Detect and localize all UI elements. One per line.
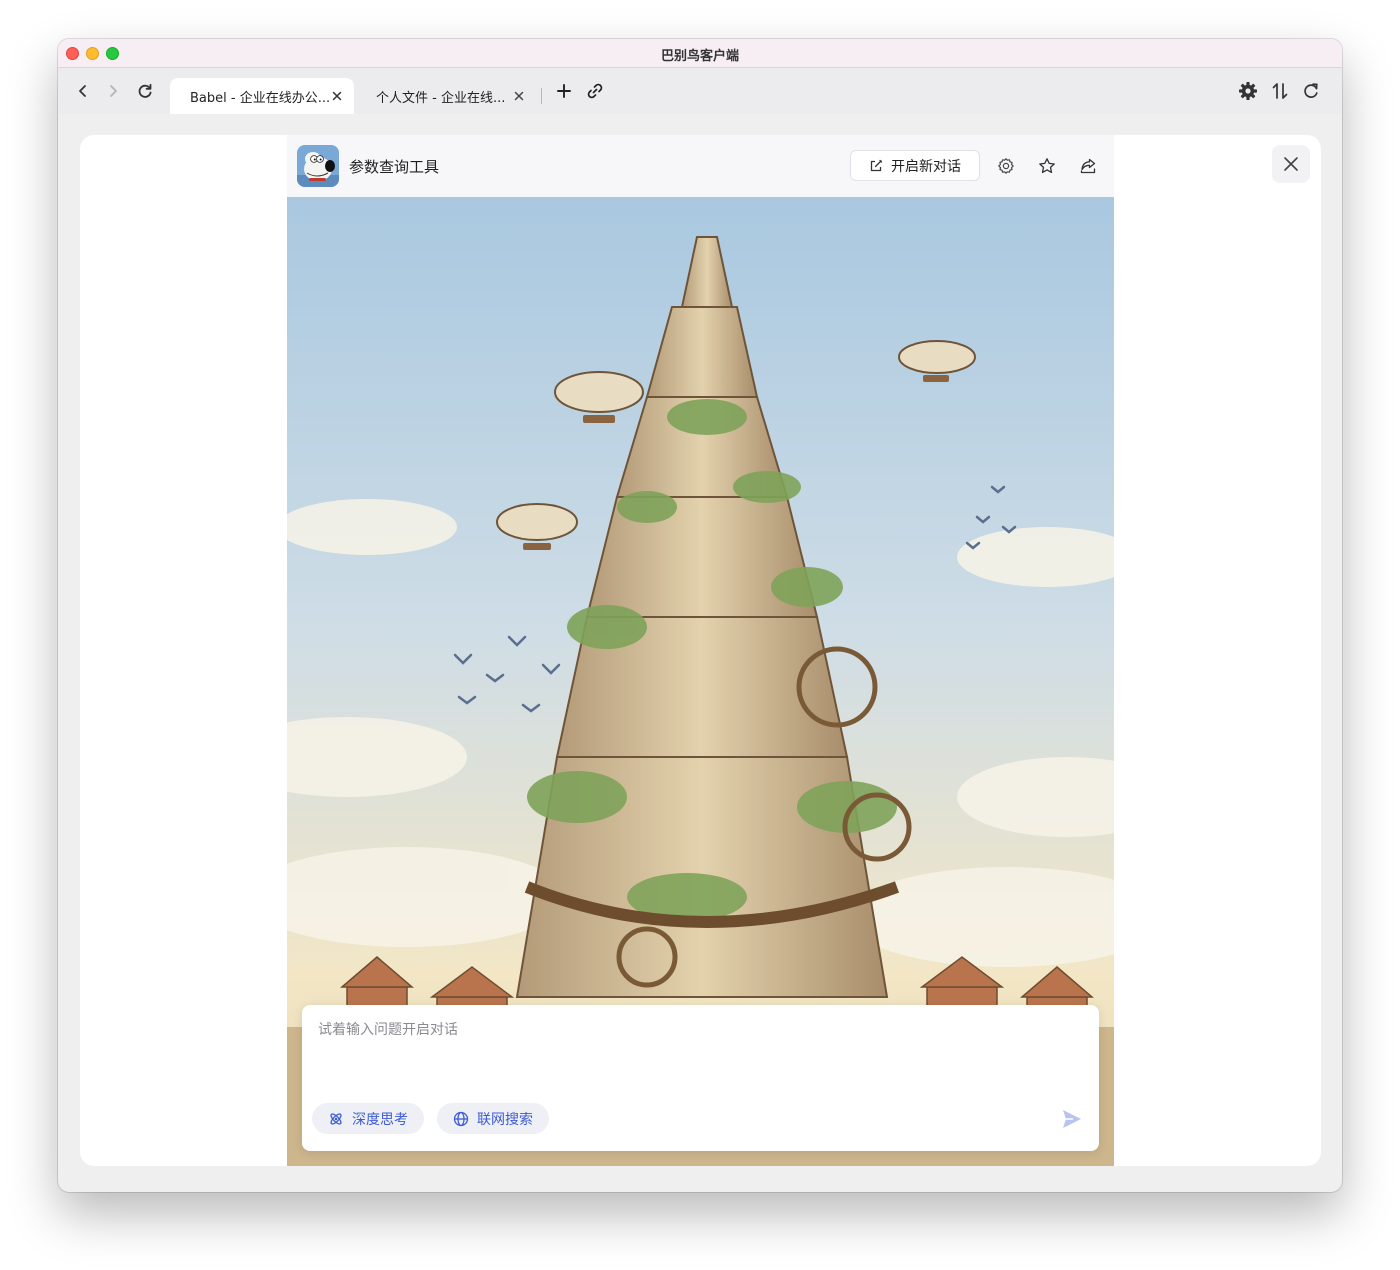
copy-link-button[interactable]	[584, 80, 606, 102]
app-window: 巴别鸟客户端 Babel - 企业在线办公... 个人文件 - 企业在线...	[58, 39, 1342, 1192]
plus-icon	[557, 84, 571, 98]
tab-bar: Babel - 企业在线办公... 个人文件 - 企业在线...	[58, 68, 1342, 114]
dog-avatar-icon	[297, 145, 339, 187]
deep-think-label: 深度思考	[352, 1111, 408, 1128]
app-settings-button[interactable]	[995, 155, 1017, 177]
sync-button[interactable]	[1300, 80, 1322, 102]
share-button[interactable]	[1077, 155, 1099, 177]
title-bar: 巴别鸟客户端	[58, 39, 1342, 68]
tab-divider	[541, 88, 542, 104]
web-search-toggle[interactable]: 联网搜索	[437, 1103, 549, 1134]
send-icon	[1063, 1110, 1081, 1128]
close-icon	[1284, 157, 1298, 171]
new-chat-button[interactable]: 开启新对话	[850, 150, 980, 181]
transfer-icon	[1272, 83, 1288, 99]
reload-button[interactable]	[134, 80, 156, 102]
share-icon	[1080, 158, 1096, 174]
tab-close-button[interactable]	[330, 89, 344, 103]
tab-close-button[interactable]	[512, 89, 526, 103]
globe-icon	[453, 1111, 469, 1126]
web-search-label: 联网搜索	[477, 1111, 533, 1128]
link-icon	[587, 83, 603, 99]
chevron-left-icon	[79, 85, 86, 97]
sync-icon	[1304, 83, 1318, 98]
deep-think-toggle[interactable]: 深度思考	[312, 1103, 424, 1134]
close-icon	[332, 91, 342, 101]
star-icon	[1039, 158, 1055, 174]
settings-button[interactable]	[1237, 80, 1259, 102]
chevron-right-icon	[110, 85, 117, 97]
tab-personal-files[interactable]: 个人文件 - 企业在线...	[356, 78, 536, 114]
edit-icon	[870, 159, 883, 171]
chat-input[interactable]	[318, 1019, 1078, 1079]
send-button[interactable]	[1058, 1105, 1086, 1133]
app-header: 参数查询工具 开启新对话	[287, 135, 1114, 197]
settings-outline-icon	[998, 158, 1014, 174]
back-button[interactable]	[72, 80, 94, 102]
app-title: 参数查询工具	[349, 158, 440, 176]
close-panel-button[interactable]	[1272, 145, 1310, 183]
content-panel: 参数查询工具 开启新对话 试着输入问题开启对话 深度思考 联网搜索	[80, 135, 1321, 1166]
reload-icon	[138, 83, 152, 98]
app-avatar	[297, 145, 339, 187]
new-chat-label: 开启新对话	[891, 158, 961, 175]
chat-input-card: 深度思考 联网搜索	[302, 1005, 1099, 1151]
tab-babel[interactable]: Babel - 企业在线办公...	[170, 78, 354, 114]
tab-label: Babel - 企业在线办公...	[190, 90, 330, 106]
forward-button[interactable]	[102, 80, 124, 102]
gear-icon	[1239, 82, 1257, 100]
window-title: 巴别鸟客户端	[660, 49, 739, 64]
transfer-button[interactable]	[1269, 80, 1291, 102]
tab-label: 个人文件 - 企业在线...	[376, 90, 506, 106]
new-tab-button[interactable]	[553, 80, 575, 102]
close-icon	[514, 91, 524, 101]
favorite-button[interactable]	[1036, 155, 1058, 177]
atom-icon	[330, 1112, 342, 1125]
